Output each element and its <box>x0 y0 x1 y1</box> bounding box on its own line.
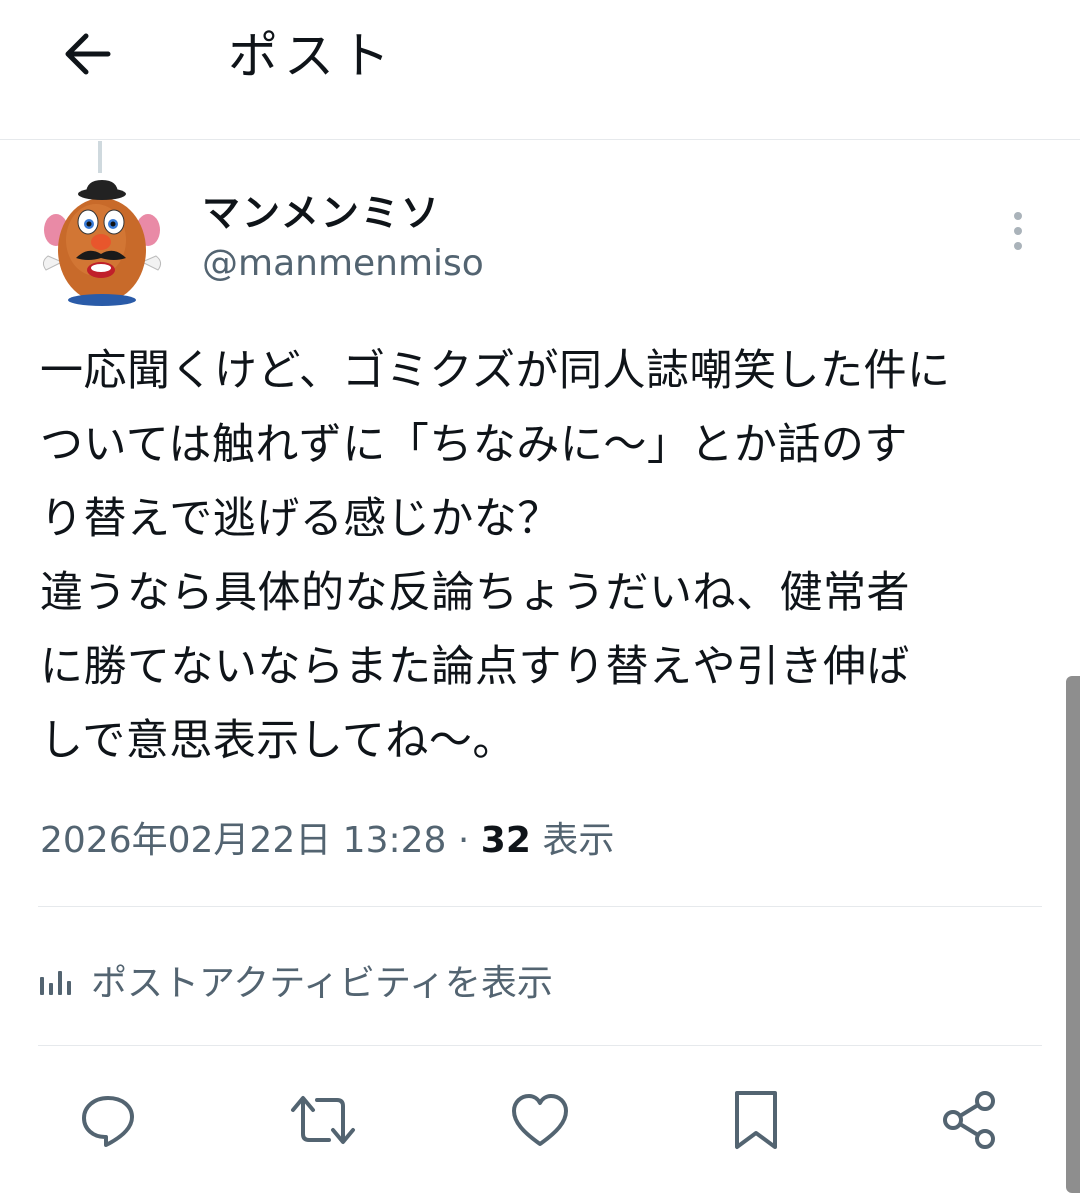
thread-connector <box>98 141 102 173</box>
action-bar <box>0 1080 1080 1170</box>
repost-button[interactable] <box>283 1080 363 1160</box>
more-dot-icon <box>1014 227 1022 235</box>
post-line: 一応聞くけど、ゴミクズが同人誌嘲笑した件に <box>40 346 951 396</box>
post-line: ついては触れずに「ちなみに〜」とか話のす <box>40 420 908 470</box>
meta-separator: · <box>457 820 470 861</box>
divider <box>38 906 1042 907</box>
bookmark-icon <box>735 1091 777 1149</box>
author-display-name[interactable]: マンメンミソ <box>202 190 441 236</box>
potato-head-avatar-icon <box>42 180 162 306</box>
post-line: り替えで逃げる感じかな？ <box>40 494 561 544</box>
view-count: 32 <box>480 820 531 861</box>
reply-button[interactable] <box>68 1080 148 1160</box>
share-button[interactable] <box>930 1080 1010 1160</box>
scrollbar[interactable] <box>1066 676 1080 1193</box>
post-activity-link[interactable]: ポストアクティビティを表示 <box>40 950 553 1010</box>
post-activity-label: ポストアクティビティを表示 <box>91 963 553 1004</box>
analytics-icon <box>40 969 71 995</box>
avatar[interactable] <box>38 178 166 306</box>
view-label: 表示 <box>542 820 615 861</box>
author-handle[interactable]: @manmenmiso <box>202 242 484 286</box>
repost-icon <box>291 1096 355 1144</box>
reply-icon <box>82 1096 134 1147</box>
post-line: しで意思表示してね〜。 <box>40 716 516 766</box>
post-line: 違うなら具体的な反論ちょうだいね、健常者 <box>40 568 910 618</box>
arrow-left-icon <box>65 33 111 75</box>
bookmark-button[interactable] <box>716 1080 796 1160</box>
share-icon <box>943 1091 995 1149</box>
post-line: に勝てないならまた論点すり替えや引き伸ば <box>40 642 910 692</box>
divider <box>38 1045 1042 1046</box>
page-title: ポスト <box>228 27 396 85</box>
back-button[interactable] <box>56 22 120 86</box>
more-dot-icon <box>1014 212 1022 220</box>
post-timestamp[interactable]: 2026年02月22日 13:28 <box>40 820 446 861</box>
heart-icon <box>512 1094 568 1146</box>
top-bar: ポスト <box>0 0 1080 140</box>
like-button[interactable] <box>500 1080 580 1160</box>
post-meta: 2026年02月22日 13:28 · 32 表示 <box>40 816 614 866</box>
post-text: 一応聞くけど、ゴミクズが同人誌嘲笑した件に ついては触れずに「ちなみに〜」とか話… <box>40 334 1050 778</box>
more-options-button[interactable] <box>998 206 1038 256</box>
more-dot-icon <box>1014 242 1022 250</box>
